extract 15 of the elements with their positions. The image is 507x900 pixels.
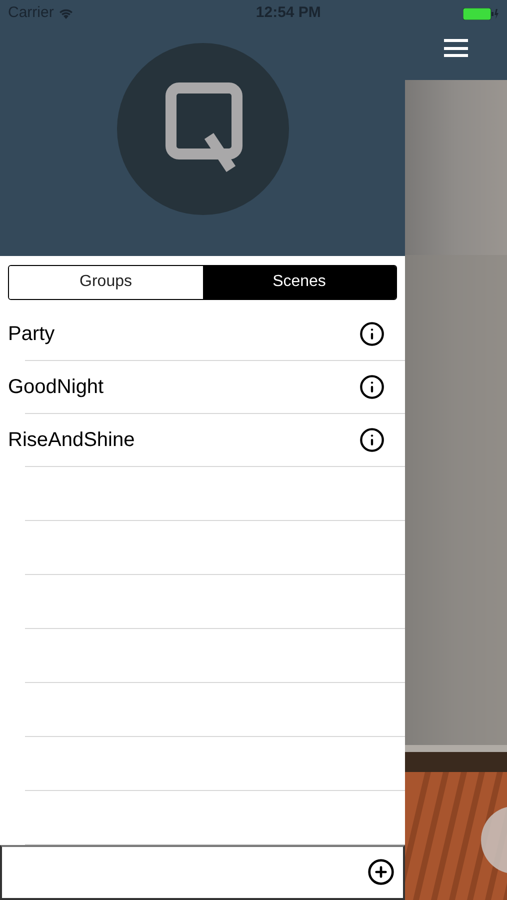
info-icon[interactable] xyxy=(359,426,385,453)
add-icon[interactable] xyxy=(367,858,395,886)
scene-name: GoodNight xyxy=(8,374,104,400)
battery-icon xyxy=(462,8,499,20)
scene-name: RiseAndShine xyxy=(8,428,135,453)
menu-icon[interactable] xyxy=(444,39,468,57)
segment-tab[interactable]: Scenes xyxy=(202,266,396,299)
wifi-icon xyxy=(58,8,74,20)
logo-icon xyxy=(116,43,288,215)
scene-row[interactable]: RiseAndShine xyxy=(0,414,405,466)
scene-name: Party xyxy=(8,322,55,347)
info-icon[interactable] xyxy=(359,320,385,347)
scene-row[interactable]: GoodNight xyxy=(0,360,405,413)
info-icon[interactable] xyxy=(359,374,385,400)
scene-row[interactable]: Party xyxy=(0,308,405,360)
